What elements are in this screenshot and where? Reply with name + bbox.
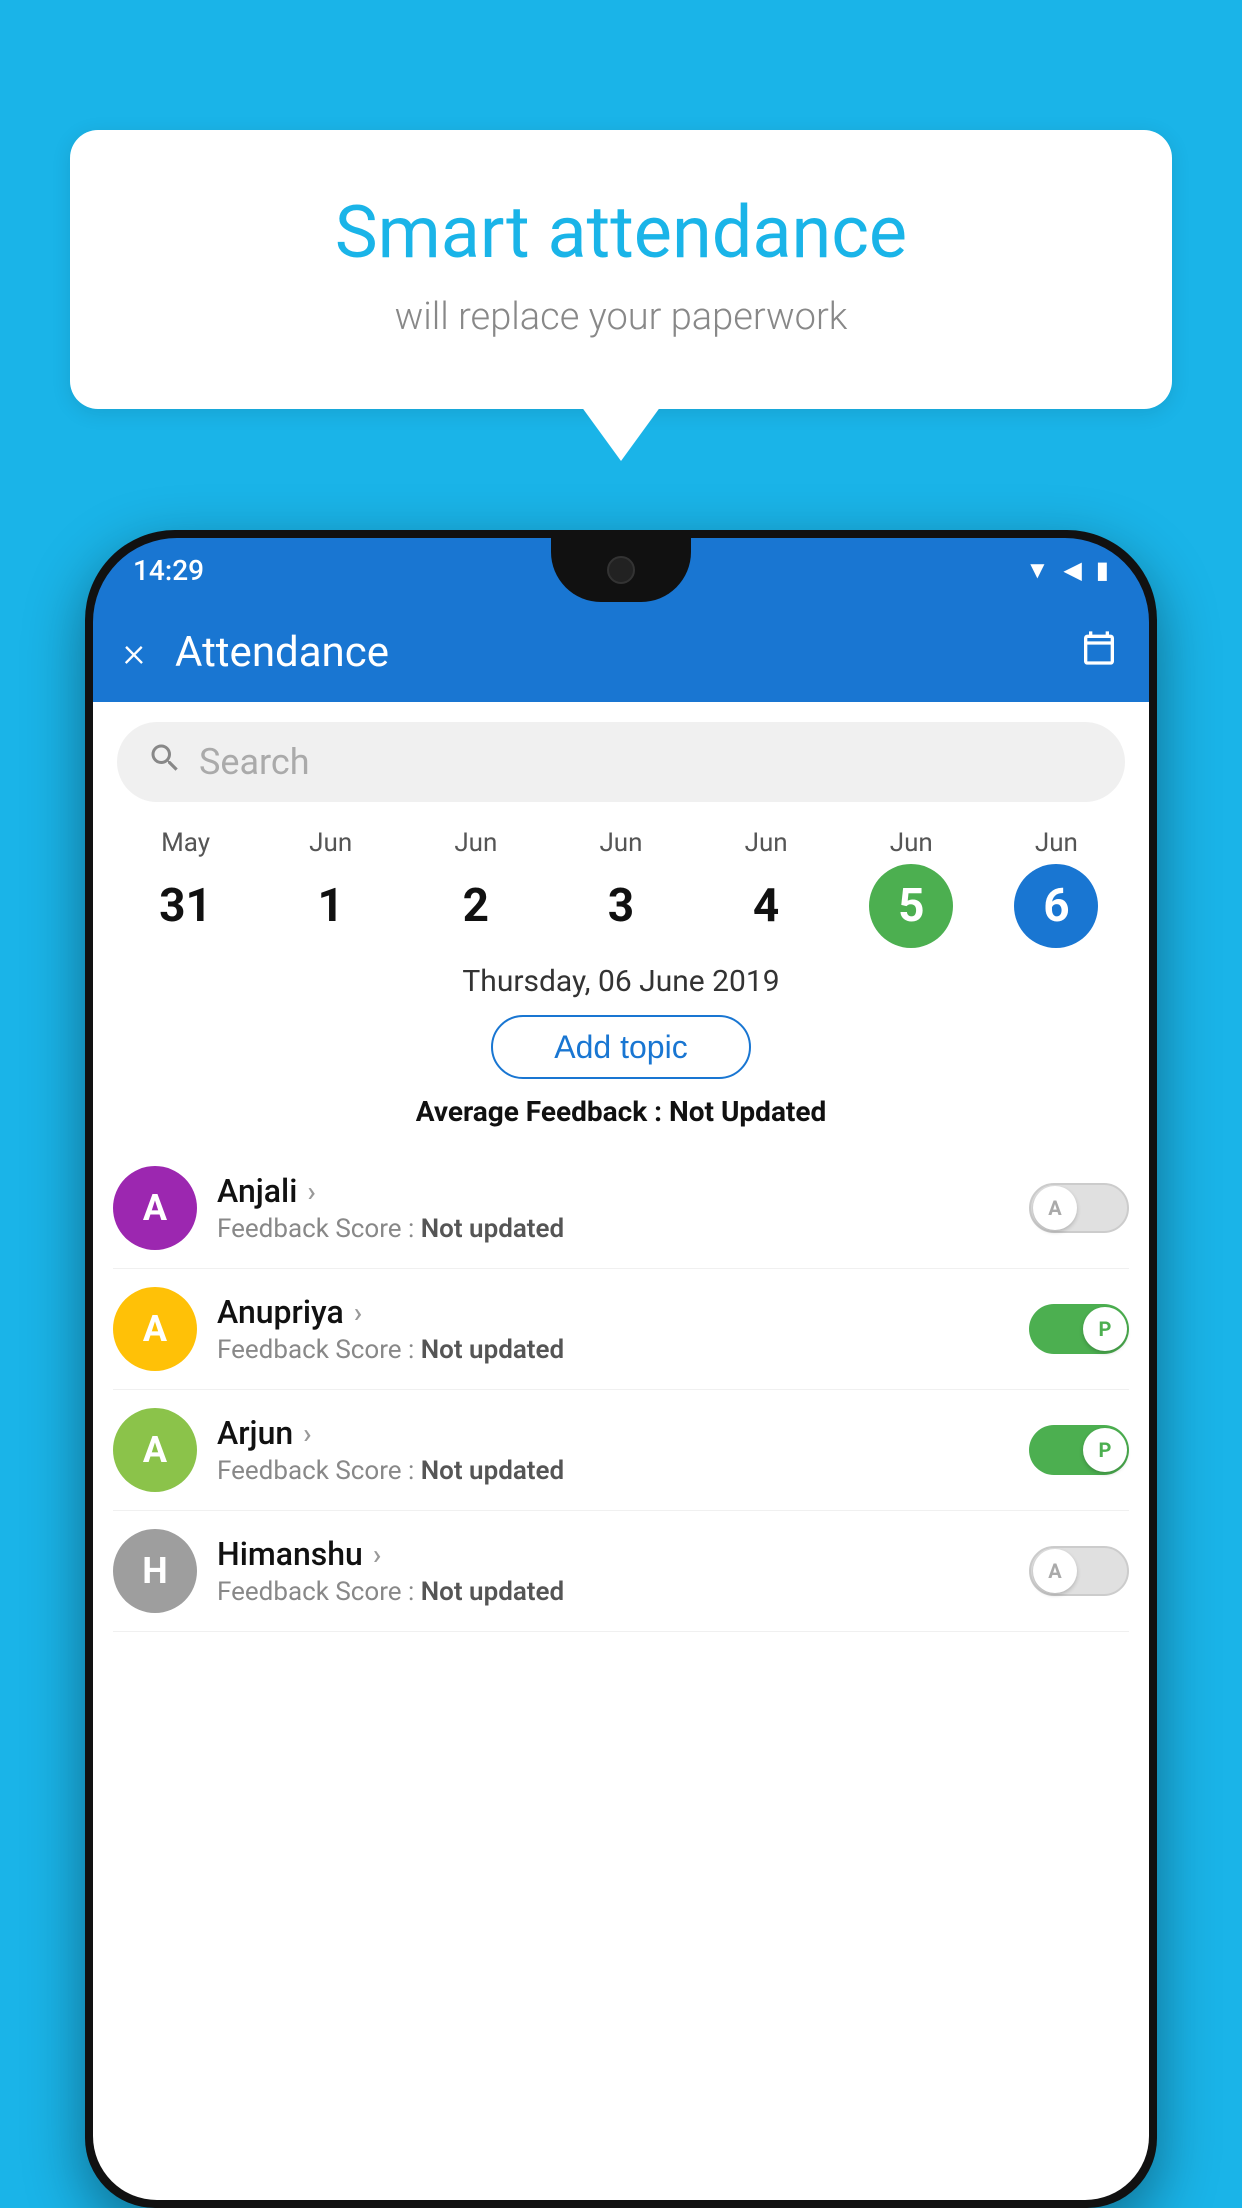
selected-date: Thursday, 06 June 2019 <box>93 964 1149 999</box>
cal-month-4: Jun <box>745 828 788 858</box>
close-button[interactable]: × <box>123 628 145 677</box>
cal-month-0: May <box>161 828 210 858</box>
battery-icon: ▮ <box>1096 556 1109 584</box>
student-avatar-0: A <box>113 1166 197 1250</box>
cal-num-0[interactable]: 31 <box>144 864 228 948</box>
cal-num-3[interactable]: 3 <box>579 864 663 948</box>
avg-feedback-label: Average Feedback : <box>416 1095 669 1128</box>
cal-month-5: Jun <box>890 828 933 858</box>
phone-inner: 14:29 ▼ ◀ ▮ × Attendance <box>93 538 1149 2200</box>
toggle-2[interactable]: P <box>1029 1425 1129 1475</box>
app-bar: × Attendance <box>93 602 1149 702</box>
student-avatar-1: A <box>113 1287 197 1371</box>
status-bar: 14:29 ▼ ◀ ▮ <box>93 538 1149 602</box>
camera <box>607 556 635 584</box>
signal-icon: ◀ <box>1063 556 1081 584</box>
cal-month-3: Jun <box>599 828 642 858</box>
student-info-1: Anupriya › Feedback Score : Not updated <box>217 1293 1029 1365</box>
student-score-3: Feedback Score : Not updated <box>217 1577 1029 1607</box>
cal-month-6: Jun <box>1035 828 1078 858</box>
cal-num-1[interactable]: 1 <box>289 864 373 948</box>
toggle-knob-0: A <box>1033 1186 1077 1230</box>
cal-day-2[interactable]: Jun 2 <box>416 828 536 948</box>
search-bar[interactable]: Search <box>117 722 1125 802</box>
calendar-icon[interactable] <box>1079 628 1119 677</box>
status-icons: ▼ ◀ ▮ <box>1026 556 1109 585</box>
toggle-wrap-2[interactable]: P <box>1029 1425 1129 1475</box>
toggle-1[interactable]: P <box>1029 1304 1129 1354</box>
student-list: AAnjali ›Feedback Score : Not updatedAAA… <box>93 1148 1149 1632</box>
student-score-1: Feedback Score : Not updated <box>217 1335 1029 1365</box>
screen-content: Search May 31 Jun 1 Jun 2 Jun 3 Jun 4 Jun 5 Jun 6 Thu… <box>93 702 1149 2200</box>
student-item-0[interactable]: AAnjali ›Feedback Score : Not updatedA <box>113 1148 1129 1269</box>
speech-bubble: Smart attendance will replace your paper… <box>70 130 1172 409</box>
cal-num-2[interactable]: 2 <box>434 864 518 948</box>
phone-frame: 14:29 ▼ ◀ ▮ × Attendance <box>85 530 1157 2208</box>
toggle-3[interactable]: A <box>1029 1546 1129 1596</box>
cal-month-1: Jun <box>309 828 352 858</box>
speech-bubble-title: Smart attendance <box>150 190 1092 275</box>
calendar-strip: May 31 Jun 1 Jun 2 Jun 3 Jun 4 Jun 5 Jun 6 <box>93 812 1149 956</box>
student-name-2: Arjun › <box>217 1414 1029 1452</box>
toggle-wrap-0[interactable]: A <box>1029 1183 1129 1233</box>
cal-num-4[interactable]: 4 <box>724 864 808 948</box>
cal-day-1[interactable]: Jun 1 <box>271 828 391 948</box>
toggle-0[interactable]: A <box>1029 1183 1129 1233</box>
student-item-1[interactable]: A Anupriya › Feedback Score : Not updated P <box>113 1269 1129 1390</box>
toggle-knob-1: P <box>1083 1307 1127 1351</box>
chevron-icon: › <box>373 1538 381 1571</box>
student-avatar-3: H <box>113 1529 197 1613</box>
speech-bubble-container: Smart attendance will replace your paper… <box>70 130 1172 409</box>
student-name-1: Anupriya › <box>217 1293 1029 1331</box>
cal-day-0[interactable]: May 31 <box>126 828 246 948</box>
app-bar-title: Attendance <box>175 628 1079 677</box>
chevron-icon: › <box>303 1417 311 1450</box>
notch <box>551 538 691 602</box>
cal-day-6[interactable]: Jun 6 <box>996 828 1116 948</box>
cal-day-4[interactable]: Jun 4 <box>706 828 826 948</box>
chevron-icon: › <box>354 1296 362 1329</box>
speech-bubble-subtitle: will replace your paperwork <box>150 295 1092 339</box>
toggle-knob-2: P <box>1083 1428 1127 1472</box>
student-name-0: Anjali › <box>217 1172 1029 1210</box>
toggle-wrap-3[interactable]: A <box>1029 1546 1129 1596</box>
student-score-0: Feedback Score : Not updated <box>217 1214 1029 1244</box>
student-info-2: Arjun › Feedback Score : Not updated <box>217 1414 1029 1486</box>
toggle-knob-3: A <box>1033 1549 1077 1593</box>
status-time: 14:29 <box>133 554 204 587</box>
student-item-2[interactable]: A Arjun › Feedback Score : Not updated P <box>113 1390 1129 1511</box>
chevron-icon: › <box>307 1175 315 1208</box>
wifi-icon: ▼ <box>1026 556 1050 585</box>
student-info-0: Anjali › Feedback Score : Not updated <box>217 1172 1029 1244</box>
cal-num-5[interactable]: 5 <box>869 864 953 948</box>
student-avatar-2: A <box>113 1408 197 1492</box>
cal-num-6[interactable]: 6 <box>1014 864 1098 948</box>
avg-feedback-value: Not Updated <box>669 1095 826 1128</box>
cal-day-5[interactable]: Jun 5 <box>851 828 971 948</box>
student-info-3: Himanshu › Feedback Score : Not updated <box>217 1535 1029 1607</box>
search-placeholder: Search <box>199 741 310 783</box>
student-name-3: Himanshu › <box>217 1535 1029 1573</box>
add-topic-button[interactable]: Add topic <box>491 1015 751 1079</box>
toggle-wrap-1[interactable]: P <box>1029 1304 1129 1354</box>
search-icon <box>147 740 183 785</box>
cal-month-2: Jun <box>454 828 497 858</box>
student-score-2: Feedback Score : Not updated <box>217 1456 1029 1486</box>
student-item-3[interactable]: H Himanshu › Feedback Score : Not updatedA <box>113 1511 1129 1632</box>
avg-feedback: Average Feedback : Not Updated <box>93 1095 1149 1128</box>
cal-day-3[interactable]: Jun 3 <box>561 828 681 948</box>
